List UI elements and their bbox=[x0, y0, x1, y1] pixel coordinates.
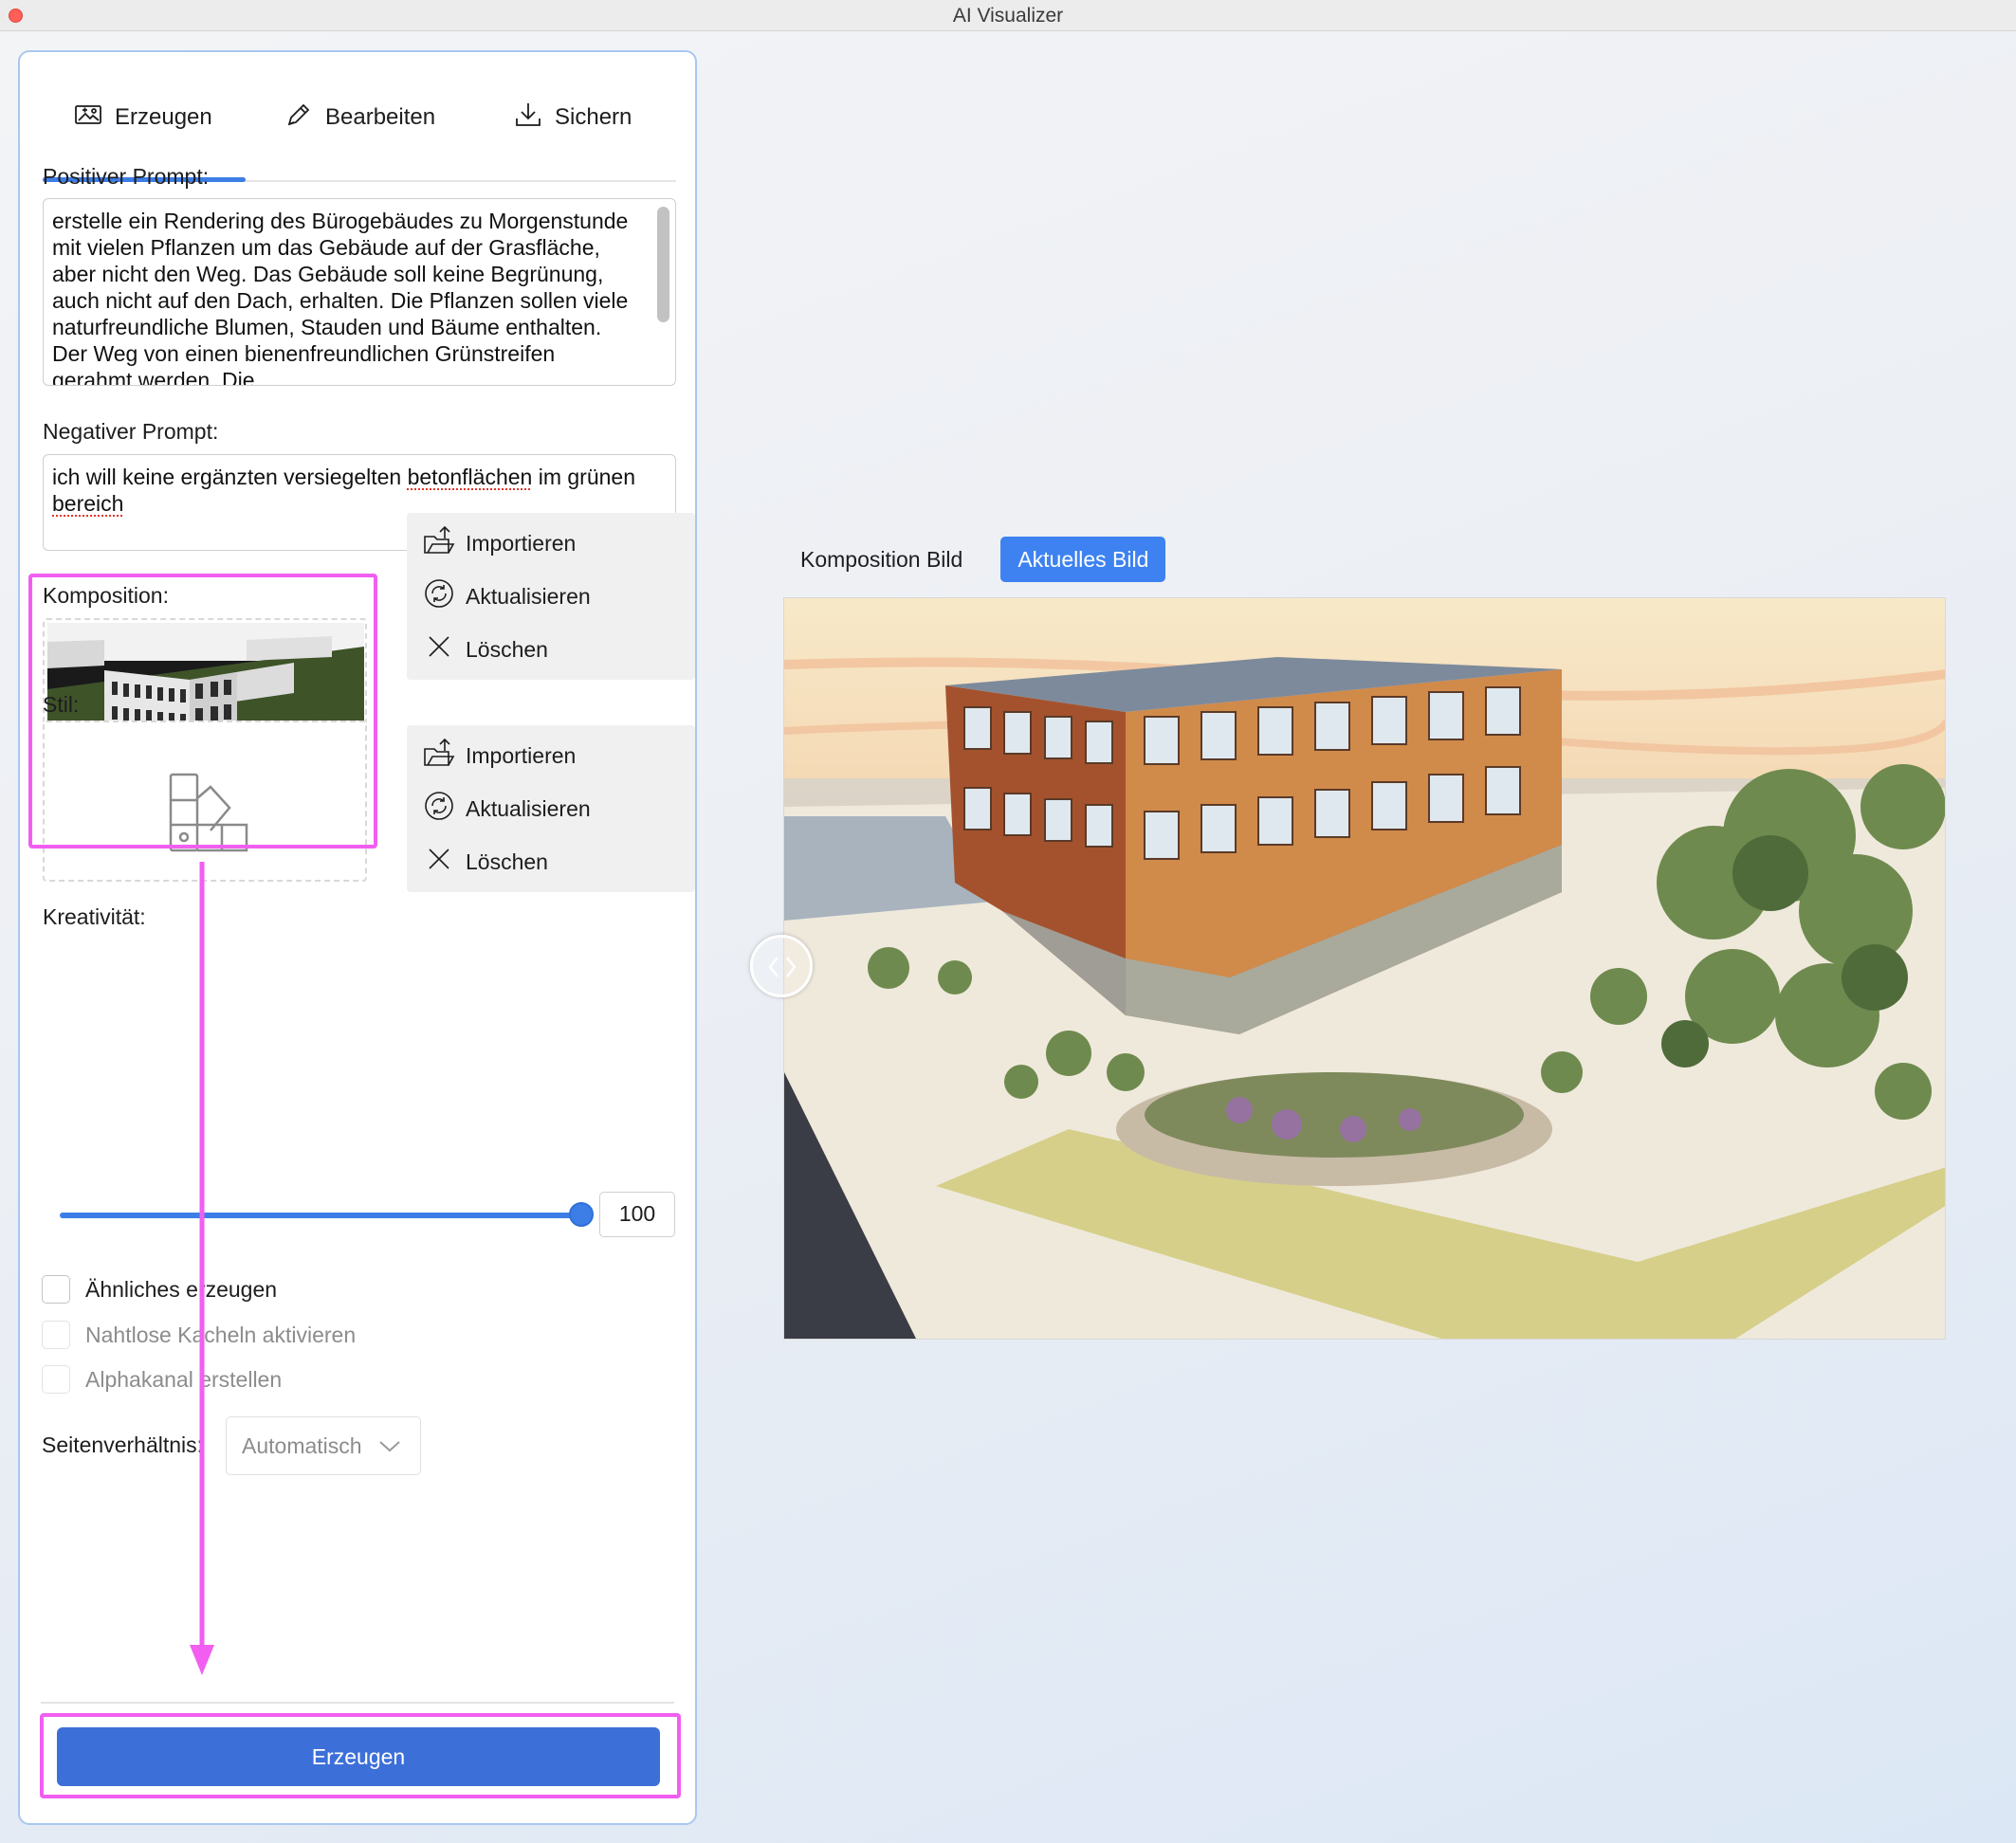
import-icon bbox=[422, 736, 456, 776]
creativity-slider-knob[interactable] bbox=[569, 1202, 594, 1227]
tab-sichern-label: Sichern bbox=[555, 104, 632, 130]
rendered-building-image bbox=[784, 598, 1945, 1339]
style-update-label: Aktualisieren bbox=[466, 795, 591, 821]
style-import-label: Importieren bbox=[466, 742, 577, 768]
style-delete-label: Löschen bbox=[466, 849, 548, 874]
positive-prompt-scrollbar[interactable] bbox=[657, 207, 669, 322]
image-generate-icon bbox=[73, 100, 103, 137]
window-title: AI Visualizer bbox=[952, 5, 1064, 27]
option-alpha-channel-checkbox bbox=[42, 1365, 70, 1394]
aspect-ratio-label: Seitenverhältnis: bbox=[42, 1432, 204, 1457]
view-tab-bar: Komposition Bild Aktuelles Bild bbox=[787, 537, 1166, 582]
composition-import-button[interactable]: Importieren bbox=[407, 513, 695, 574]
option-similar-checkbox[interactable] bbox=[42, 1275, 70, 1304]
composition-import-label: Importieren bbox=[466, 530, 577, 556]
tab-composition-image[interactable]: Komposition Bild bbox=[787, 547, 976, 573]
annotation-arrow bbox=[190, 862, 214, 1675]
tab-erzeugen[interactable]: Erzeugen bbox=[73, 90, 212, 145]
composition-delete-label: Löschen bbox=[466, 636, 548, 662]
settings-panel: Erzeugen Bearbeiten Sichern Positiver Pr… bbox=[18, 50, 697, 1825]
composition-update-label: Aktualisieren bbox=[466, 583, 591, 609]
composition-update-button[interactable]: Aktualisieren bbox=[407, 566, 695, 627]
option-alpha-channel: Alphakanal erstellen bbox=[42, 1363, 282, 1396]
close-icon bbox=[422, 842, 456, 882]
style-update-button[interactable]: Aktualisieren bbox=[407, 778, 695, 839]
style-import-button[interactable]: Importieren bbox=[407, 725, 695, 786]
negative-prompt-text-1: ich will keine ergänzten versiegelten bbox=[52, 465, 408, 489]
chevron-left-right-icon bbox=[764, 954, 800, 985]
window-titlebar: AI Visualizer bbox=[0, 0, 2016, 31]
aspect-ratio-select[interactable]: Automatisch bbox=[226, 1416, 421, 1475]
option-similar[interactable]: Ähnliches erzeugen bbox=[42, 1273, 277, 1305]
close-icon bbox=[422, 630, 456, 669]
creativity-label: Kreativität: bbox=[43, 904, 146, 929]
download-icon bbox=[513, 100, 543, 137]
tab-erzeugen-label: Erzeugen bbox=[115, 104, 212, 130]
tab-bearbeiten-label: Bearbeiten bbox=[325, 104, 436, 130]
refresh-icon bbox=[422, 789, 456, 829]
current-image-preview[interactable] bbox=[783, 597, 1946, 1340]
creativity-value-input[interactable]: 100 bbox=[599, 1192, 675, 1237]
negative-prompt-label: Negativer Prompt: bbox=[43, 419, 219, 444]
compare-slider-handle[interactable] bbox=[750, 935, 813, 997]
negative-prompt-spelling-error-2: bereich bbox=[52, 491, 124, 516]
refresh-icon bbox=[422, 576, 456, 616]
aspect-ratio-value: Automatisch bbox=[242, 1432, 362, 1458]
annotation-composition-highlight bbox=[28, 574, 377, 849]
negative-prompt-spelling-error-1: betonflächen bbox=[407, 465, 533, 489]
positive-prompt-label: Positiver Prompt: bbox=[43, 164, 210, 189]
import-icon bbox=[422, 523, 456, 563]
positive-prompt-input[interactable]: erstelle ein Rendering des Bürogebäudes … bbox=[43, 198, 676, 386]
tab-sichern[interactable]: Sichern bbox=[513, 90, 632, 145]
tab-current-image[interactable]: Aktuelles Bild bbox=[1000, 537, 1166, 582]
creativity-slider-track[interactable] bbox=[60, 1213, 580, 1218]
style-delete-button[interactable]: Löschen bbox=[407, 831, 695, 892]
composition-delete-button[interactable]: Löschen bbox=[407, 619, 695, 680]
tab-bearbeiten[interactable]: Bearbeiten bbox=[284, 90, 435, 145]
annotation-generate-highlight bbox=[40, 1713, 681, 1798]
option-seamless-tiles-checkbox bbox=[42, 1321, 70, 1349]
pencil-icon bbox=[284, 100, 314, 137]
negative-prompt-text-2: im grünen bbox=[532, 465, 635, 489]
footer-divider bbox=[41, 1702, 674, 1704]
chevron-down-icon bbox=[377, 1433, 402, 1459]
positive-prompt-text: erstelle ein Rendering des Bürogebäudes … bbox=[52, 209, 629, 386]
